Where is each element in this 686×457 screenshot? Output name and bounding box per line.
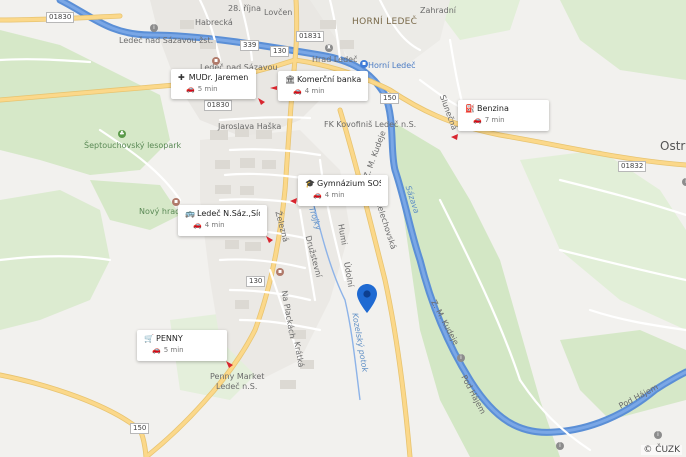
road-shield: 01831 <box>296 31 325 42</box>
shop-icon[interactable]: ▪ <box>212 57 220 65</box>
direction-arrow-icon <box>451 134 458 140</box>
bus-icon: 🚌 <box>185 209 195 218</box>
road-shield: 01830 <box>46 12 75 23</box>
poi-card-banka[interactable]: 🏛 Komerční banka 🚗 4 min <box>278 71 368 101</box>
poi-card-mudr[interactable]: ✚MUDr. Jaremenko... 🚗5 min <box>171 69 256 99</box>
direction-arrow-icon <box>226 361 233 368</box>
road-shield: 01830 <box>204 100 233 111</box>
bank-icon: 🏛 <box>285 75 296 84</box>
shop-icon[interactable]: ▪ <box>276 268 284 276</box>
poi-card-benzina[interactable]: ⛽ Benzina 🚗 7 min <box>458 100 549 131</box>
info-icon[interactable]: i <box>654 431 662 439</box>
car-icon: 🚗 <box>473 116 482 124</box>
poi-card-title: PENNY <box>156 334 183 343</box>
poi-card-title: Benzina <box>477 104 509 113</box>
direction-arrow-icon <box>266 236 273 243</box>
train-station-icon[interactable]: ▪ <box>360 60 368 68</box>
info-icon[interactable]: i <box>150 24 158 32</box>
car-icon: 🚗 <box>152 346 161 354</box>
fuel-station-icon: ⛽ <box>465 104 475 113</box>
direction-arrow-icon <box>290 198 297 204</box>
poi-card-title: Komerční banka <box>297 75 361 84</box>
poi-card-zastavka[interactable]: 🚌Ledeč N.Sáz.,Sídl.... 🚗4 min <box>178 205 267 236</box>
poi-card-travel-time: 4 min <box>304 87 325 95</box>
map-base-layer <box>0 0 686 457</box>
map-canvas[interactable]: HORNÍ LEDEČ Ostr Habrecká 28. října Lovč… <box>0 0 686 457</box>
tree-icon: ♣ <box>118 130 126 138</box>
info-icon[interactable]: i <box>457 354 465 362</box>
road-shield: 01832 <box>618 161 647 172</box>
poi-card-travel-time: 7 min <box>484 116 505 124</box>
info-icon[interactable]: i <box>682 178 686 186</box>
info-icon[interactable]: i <box>556 442 564 450</box>
poi-card-gymnazium[interactable]: 🎓Gymnázium SOŠ ... 🚗4 min <box>298 175 388 206</box>
shopping-cart-icon: 🛒 <box>144 334 154 343</box>
road-shield: 130 <box>246 276 266 287</box>
poi-card-travel-time: 4 min <box>204 221 225 229</box>
poi-card-travel-time: 4 min <box>324 191 345 199</box>
poi-card-title: MUDr. Jaremenko... <box>188 73 249 82</box>
map-copyright: © ČUZK <box>641 445 682 455</box>
car-icon: 🚗 <box>293 87 302 95</box>
direction-arrow-icon <box>258 98 265 105</box>
poi-card-penny[interactable]: 🛒 PENNY 🚗 5 min <box>137 330 227 361</box>
car-icon: 🚗 <box>313 191 322 199</box>
road-shield: 150 <box>380 93 400 104</box>
medical-cross-icon: ✚ <box>178 73 185 82</box>
road-shield: 339 <box>240 40 260 51</box>
poi-card-title: Ledeč N.Sáz.,Sídl.... <box>197 209 260 218</box>
road-shield: 150 <box>130 423 150 434</box>
car-icon: 🚗 <box>186 85 195 93</box>
location-pin-icon[interactable] <box>357 284 377 313</box>
road-shield: 130 <box>270 46 290 57</box>
car-icon: 🚗 <box>193 221 202 229</box>
poi-card-title: Gymnázium SOŠ ... <box>317 179 381 188</box>
castle-icon[interactable]: ♜ <box>325 44 333 52</box>
poi-card-travel-time: 5 min <box>163 346 184 354</box>
poi-card-travel-time: 5 min <box>197 85 218 93</box>
graduation-cap-icon: 🎓 <box>305 179 315 188</box>
direction-arrow-icon <box>270 86 277 90</box>
